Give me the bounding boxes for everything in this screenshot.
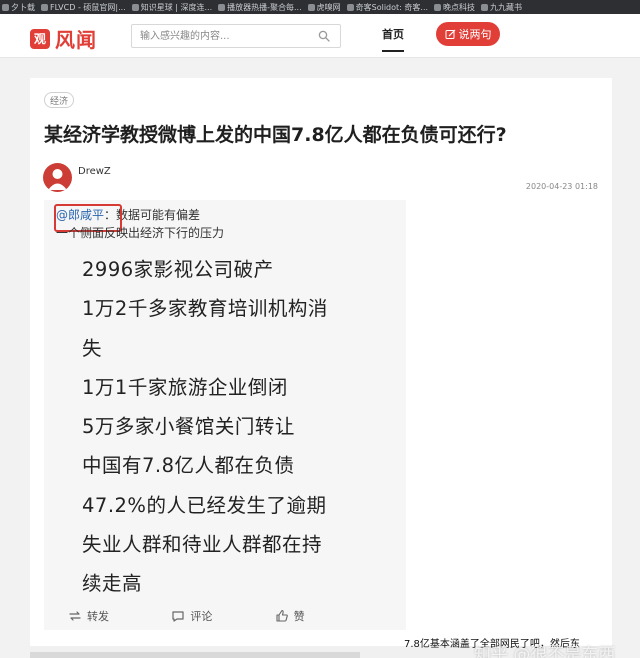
- weibo-line: 1万1千家旅游企业倒闭: [82, 375, 288, 399]
- repost-button[interactable]: 转发: [68, 606, 171, 626]
- bookmark-item[interactable]: 播放器热播-聚合每...: [218, 2, 302, 13]
- bookmark-icon: [434, 3, 442, 11]
- bookmark-label: 夕卜载: [11, 2, 35, 12]
- bookmark-icon: [41, 3, 48, 11]
- publish-date: 2020-04-23 01:18: [525, 182, 598, 191]
- weibo-line: 续走高: [82, 572, 143, 596]
- comment-label: 评论: [190, 610, 213, 623]
- site-header: 观 风闻 首页 说两句: [0, 14, 640, 58]
- bookmark-icon: [307, 3, 315, 11]
- bookmark-icon: [481, 3, 489, 11]
- bookmarks-bar: 夕卜载 FLVCD - 硕鼠官网|... 知识星球 | 深度连... 播放器热播…: [0, 0, 640, 14]
- bookmark-item[interactable]: 知识星球 | 深度连...: [131, 2, 213, 13]
- bookmark-icon: [131, 3, 139, 11]
- bookmark-label: 知识星球 | 深度连...: [140, 2, 213, 12]
- bookmark-item[interactable]: 虎嗅网: [307, 2, 341, 13]
- watermark: 知乎 @很不是东西: [474, 645, 616, 658]
- bookmark-label: 九九藏书: [490, 2, 523, 12]
- weibo-line: 失业人群和待业人群都在持: [82, 533, 323, 557]
- bookmark-item[interactable]: 夕卜载: [2, 2, 35, 13]
- article-title: 某经济学教授微博上发的中国7.8亿人都在负债可还行?: [44, 124, 507, 146]
- author-name[interactable]: DrewZ: [78, 166, 111, 177]
- user-icon: [48, 169, 67, 190]
- bookmark-label: 奇客Solidot: 奇客...: [355, 2, 429, 12]
- weibo-actions: 转发 评论 赞: [68, 606, 378, 626]
- search-box: [131, 24, 341, 48]
- weibo-text-lines: 2996家影视公司破产 1万2千多家教育培训机构消 失 1万1千家旅游企业倒闭 …: [82, 250, 328, 604]
- say-button-label: 说两句: [458, 28, 492, 41]
- comment-icon: [172, 611, 184, 622]
- weibo-line: 1万2千多家教育培训机构消: [82, 297, 328, 321]
- bookmark-label: FLVCD - 硕鼠官网|...: [50, 2, 126, 12]
- sub-line: 一个侧面反映出经济下行的压力: [56, 226, 225, 240]
- weibo-line: 47.2%的人已经发生了逾期: [82, 493, 327, 517]
- say-something-button[interactable]: 说两句: [436, 22, 500, 46]
- bookmark-label: 晚点科技: [443, 2, 476, 12]
- thumbs-up-icon: [276, 609, 288, 622]
- logo-text: 风闻: [55, 28, 97, 52]
- category-tag[interactable]: 经济: [44, 92, 75, 108]
- like-label: 赞: [293, 610, 305, 623]
- nav-home-link[interactable]: 首页: [382, 26, 404, 52]
- bookmark-item[interactable]: 奇客Solidot: 奇客...: [346, 2, 429, 13]
- bookmark-icon: [346, 3, 354, 11]
- bookmark-item[interactable]: 九九藏书: [481, 2, 522, 13]
- repost-icon: [69, 611, 81, 621]
- bookmark-icon: [218, 3, 226, 11]
- site-logo[interactable]: 观 风闻: [30, 24, 97, 53]
- weibo-line: 中国有7.8亿人都在负债: [82, 454, 295, 478]
- bookmark-label: 播放器热播-聚合每...: [227, 2, 302, 12]
- search-input[interactable]: [132, 25, 312, 47]
- bookmark-label: 虎嗅网: [316, 2, 341, 12]
- logo-mark: 观: [30, 28, 50, 49]
- blurred-text-strip: [30, 652, 360, 658]
- search-icon[interactable]: [318, 30, 330, 42]
- bookmark-item[interactable]: 晚点科技: [434, 2, 475, 13]
- like-button[interactable]: 赞: [275, 606, 378, 626]
- weibo-line: 5万多家小餐馆关门转让: [82, 415, 295, 439]
- bookmark-icon: [2, 3, 9, 11]
- weibo-line: 2996家影视公司破产: [82, 258, 274, 281]
- weibo-line: 失: [82, 336, 103, 360]
- repost-label: 转发: [87, 610, 109, 623]
- article-card: 经济 某经济学教授微博上发的中国7.8亿人都在负债可还行? DrewZ 2020…: [30, 78, 612, 658]
- comment-button[interactable]: 评论: [171, 606, 274, 626]
- weibo-screenshot: @郎咸平：数据可能有偏差 一个侧面反映出经济下行的压力 2996家影视公司破产 …: [44, 200, 406, 630]
- edit-icon: [445, 29, 455, 39]
- bookmark-item[interactable]: FLVCD - 硕鼠官网|...: [41, 2, 126, 13]
- avatar[interactable]: [43, 163, 72, 192]
